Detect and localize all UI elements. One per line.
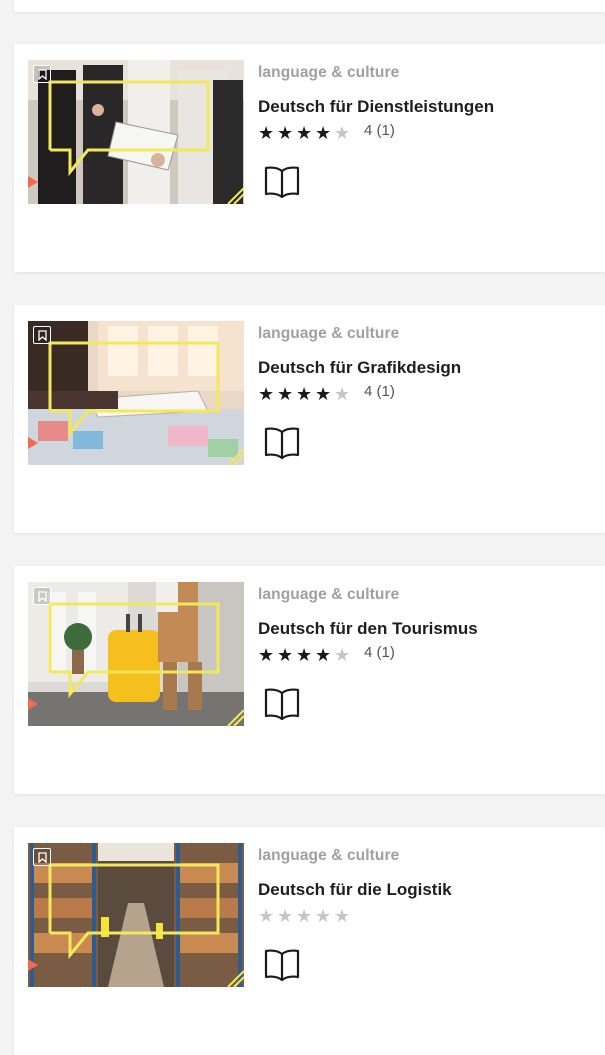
star-rating: ★ ★ ★ ★ ★ 4 (1) <box>258 644 395 666</box>
star-empty-icon: ★ <box>296 906 313 926</box>
rating-count: 4 (1) <box>364 643 395 661</box>
star-empty-icon: ★ <box>334 906 351 926</box>
previous-course-card[interactable] <box>14 0 605 12</box>
star-filled-icon: ★ <box>315 123 332 143</box>
book-icon <box>264 949 300 982</box>
course-category: language & culture <box>258 325 400 342</box>
bookmark-icon[interactable] <box>33 65 51 83</box>
star-empty-icon: ★ <box>277 906 294 926</box>
course-title[interactable]: Deutsch für Dienstleistungen <box>258 97 494 117</box>
rating-count: 4 (1) <box>364 382 395 400</box>
course-card[interactable]: language & culture Deutsch für den Touri… <box>14 566 605 794</box>
star-rating: ★ ★ ★ ★ ★ 4 (1) <box>258 383 395 405</box>
star-filled-icon: ★ <box>277 645 294 665</box>
star-empty-icon: ★ <box>334 123 351 143</box>
book-icon <box>264 688 300 721</box>
course-thumbnail[interactable] <box>28 582 244 726</box>
course-card[interactable]: language & culture Deutsch für Grafikdes… <box>14 305 605 533</box>
book-icon <box>264 166 300 199</box>
bookmark-icon[interactable] <box>33 326 51 344</box>
course-category: language & culture <box>258 847 400 864</box>
course-card[interactable]: language & culture Deutsch für die Logis… <box>14 827 605 1055</box>
star-filled-icon: ★ <box>258 384 275 404</box>
course-category: language & culture <box>258 64 400 81</box>
bookmark-icon[interactable] <box>33 587 51 605</box>
course-title[interactable]: Deutsch für die Logistik <box>258 880 452 900</box>
star-rating: ★ ★ ★ ★ ★ 4 (1) <box>258 122 395 144</box>
book-icon <box>264 427 300 460</box>
course-thumbnail[interactable] <box>28 321 244 465</box>
star-filled-icon: ★ <box>296 384 313 404</box>
course-card[interactable]: language & culture Deutsch für Dienstlei… <box>14 44 605 272</box>
star-filled-icon: ★ <box>296 123 313 143</box>
star-filled-icon: ★ <box>277 384 294 404</box>
star-filled-icon: ★ <box>315 645 332 665</box>
star-empty-icon: ★ <box>334 384 351 404</box>
course-title[interactable]: Deutsch für den Tourismus <box>258 619 478 639</box>
star-filled-icon: ★ <box>258 645 275 665</box>
star-empty-icon: ★ <box>315 906 332 926</box>
rating-count: 4 (1) <box>364 121 395 139</box>
course-category: language & culture <box>258 586 400 603</box>
course-title[interactable]: Deutsch für Grafikdesign <box>258 358 461 378</box>
star-empty-icon: ★ <box>334 645 351 665</box>
star-filled-icon: ★ <box>315 384 332 404</box>
star-filled-icon: ★ <box>296 645 313 665</box>
star-filled-icon: ★ <box>277 123 294 143</box>
course-thumbnail[interactable] <box>28 60 244 204</box>
star-empty-icon: ★ <box>258 906 275 926</box>
course-thumbnail[interactable] <box>28 843 244 987</box>
star-rating: ★ ★ ★ ★ ★ <box>258 905 364 927</box>
bookmark-icon[interactable] <box>33 848 51 866</box>
star-filled-icon: ★ <box>258 123 275 143</box>
